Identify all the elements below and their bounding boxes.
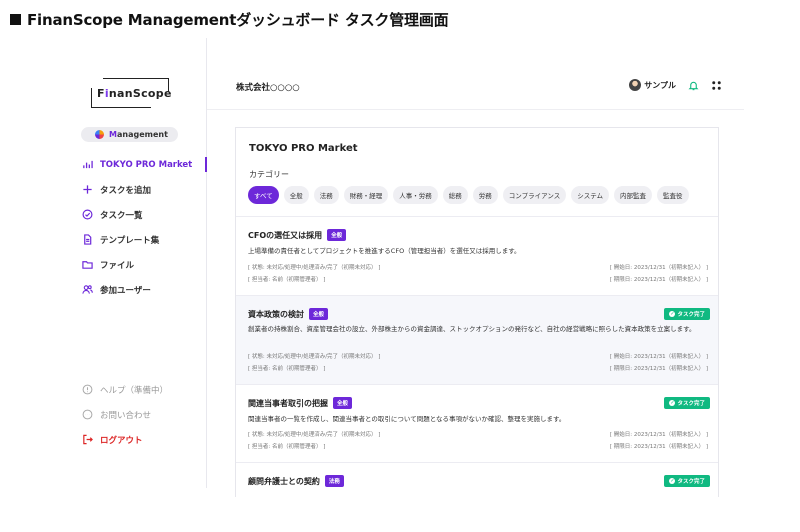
task-title: 顧問弁護士との契約 法務 [248,475,344,487]
logo-text: FinanScope [97,87,172,100]
sidebar-item-label: TOKYO PRO Market [100,159,193,170]
chip-labor[interactable]: 労務 [472,186,498,204]
sidebar-item-add-task[interactable]: タスクを追加 [81,177,207,202]
chip-auditor[interactable]: 監査役 [657,186,689,204]
task-status: [ 状態: 未対応/処理中/処理済み/完了（初期未対応） ] [248,432,381,438]
users-icon [81,284,93,296]
top-header: 株式会社○○○○ サンプル [207,38,744,110]
sidebar-item-tokyo-pro-market[interactable]: TOKYO PRO Market [81,152,207,177]
chip-compliance[interactable]: コンプライアンス [502,186,567,204]
folder-icon [81,259,93,271]
sidebar-item-label: ログアウト [100,435,143,446]
task-title: 関連当事者取引の把握 全般 [248,397,353,409]
user-menu[interactable]: サンプル [629,79,676,91]
management-logo-icon [95,130,104,139]
task-card: TOKYO PRO Market カテゴリー すべて 全般 法務 財務・経理 人… [235,127,719,497]
card-title: TOKYO PRO Market [249,143,358,154]
apps-grid-icon[interactable] [711,80,722,91]
task-complete-badge: ✓ タスク完了 [664,308,710,320]
management-label: Management [109,130,168,139]
task-owner: [ 担当者: 名前（初期管理者） ] [248,366,326,372]
chip-finance[interactable]: 財務・経理 [343,186,389,204]
check-icon: ✓ [669,400,676,406]
task-status: [ 状態: 未対応/処理中/処理済み/完了（初期未対応） ] [248,354,381,360]
sidebar-bottom-nav: ヘルプ（準備中） お問い合わせ ログアウト [81,377,207,452]
task-title: 資本政策の検討 全般 [248,308,329,320]
avatar [629,79,642,91]
chip-system[interactable]: システム [571,186,610,204]
category-label: カテゴリー [249,170,289,179]
task-start-date: [ 開始日: 2023/12/31（初期未記入） ] [609,354,708,360]
sidebar-item-templates[interactable]: テンプレート集 [81,227,207,252]
header-actions: サンプル [629,79,722,91]
task-description: 創業者の持株割合、資産管理会社の設立、外部株主からの資金調達、ストックオプション… [248,325,696,333]
sidebar-item-help[interactable]: ヘルプ（準備中） [81,377,207,402]
plus-icon [81,184,93,196]
check-circle-icon [81,209,93,221]
task-title: CFOの選任又は採用 全般 [248,229,347,241]
chip-internal-audit[interactable]: 内部監査 [614,186,653,204]
sidebar-item-label: 参加ユーザー [100,285,151,296]
task-due-date: [ 期限日: 2023/12/31（初期未記入） ] [609,366,708,372]
sidebar-item-contact[interactable]: お問い合わせ [81,402,207,427]
task-start-date: [ 開始日: 2023/12/31（初期未記入） ] [609,265,708,271]
category-badge: 法務 [324,475,344,487]
bell-icon[interactable] [688,80,699,91]
category-badge: 全般 [333,397,353,409]
task-owner: [ 担当者: 名前（初期管理者） ] [248,277,326,283]
sidebar-item-label: タスクを追加 [100,185,152,196]
sidebar: FinanScope Management TOKYO PRO Market タ… [0,38,207,488]
company-name: 株式会社○○○○ [236,83,300,93]
sidebar-item-label: タスク一覧 [100,210,143,221]
task-start-date: [ 開始日: 2023/12/31（初期未記入） ] [609,432,708,438]
sidebar-item-label: ヘルプ（準備中） [100,385,169,396]
sidebar-item-task-list[interactable]: タスク一覧 [81,202,207,227]
user-name: サンプル [644,80,676,90]
task-row[interactable]: 資本政策の検討 全般 ✓ タスク完了 創業者の持株割合、資産管理会社の設立、外部株主… [236,295,718,384]
task-complete-badge: ✓ タスク完了 [664,475,710,487]
logo-line [91,88,92,108]
task-description: 関連当事者の一覧を作成し、関連当事者との取引について問題となる事項がないか確認、… [248,415,566,423]
chip-all[interactable]: すべて [248,186,279,204]
sidebar-item-users[interactable]: 参加ユーザー [81,277,207,302]
chip-general-affairs[interactable]: 総務 [442,186,468,204]
category-badge: 全般 [309,308,329,320]
task-row[interactable]: 関連当事者取引の把握 全般 ✓ タスク完了 関連当事者の一覧を作成し、関連当事者との… [236,384,718,462]
chip-legal[interactable]: 法務 [313,186,339,204]
sidebar-item-label: お問い合わせ [100,410,152,421]
logout-icon [81,434,93,446]
task-due-date: [ 期限日: 2023/12/31（初期未記入） ] [609,444,708,450]
check-icon: ✓ [669,311,676,317]
chip-general[interactable]: 全般 [283,186,309,204]
task-complete-badge: ✓ タスク完了 [664,397,710,409]
category-badge: 全般 [327,229,347,241]
sidebar-nav: TOKYO PRO Market タスクを追加 タスク一覧 テンプレート集 ファ… [81,152,207,302]
category-filter: すべて 全般 法務 財務・経理 人事・労務 総務 労務 コンプライアンス システ… [248,186,689,204]
task-owner: [ 担当者: 名前（初期管理者） ] [248,444,326,450]
bar-chart-icon [81,159,93,171]
page-caption: FinanScope Managementダッシュボード タスク管理画面 [10,9,449,30]
logo-line [91,107,151,108]
task-due-date: [ 期限日: 2023/12/31（初期未記入） ] [609,277,708,283]
task-description: 上場準備の責任者としてプロジェクトを推進するCFO（管理担当者）を選任又は採用し… [248,247,521,255]
logo[interactable]: FinanScope [91,78,172,108]
chat-icon [81,409,93,421]
help-icon [81,384,93,396]
task-status: [ 状態: 未対応/処理中/処理済み/完了（初期未対応） ] [248,265,381,271]
task-row[interactable]: 顧問弁護士との契約 法務 ✓ タスク完了 [236,462,718,497]
check-icon: ✓ [669,478,676,484]
sidebar-item-files[interactable]: ファイル [81,252,207,277]
logo-line [103,78,169,79]
caption-text: FinanScope Managementダッシュボード タスク管理画面 [27,11,449,29]
sidebar-item-label: テンプレート集 [100,235,160,246]
sidebar-item-label: ファイル [100,260,135,271]
sidebar-item-logout[interactable]: ログアウト [81,427,207,452]
document-icon [81,234,93,246]
chip-hr[interactable]: 人事・労務 [393,186,438,204]
task-row[interactable]: CFOの選任又は採用 全般 上場準備の責任者としてプロジェクトを推進するCFO（管… [236,216,718,295]
management-switcher[interactable]: Management [81,127,178,142]
square-icon [10,14,21,25]
